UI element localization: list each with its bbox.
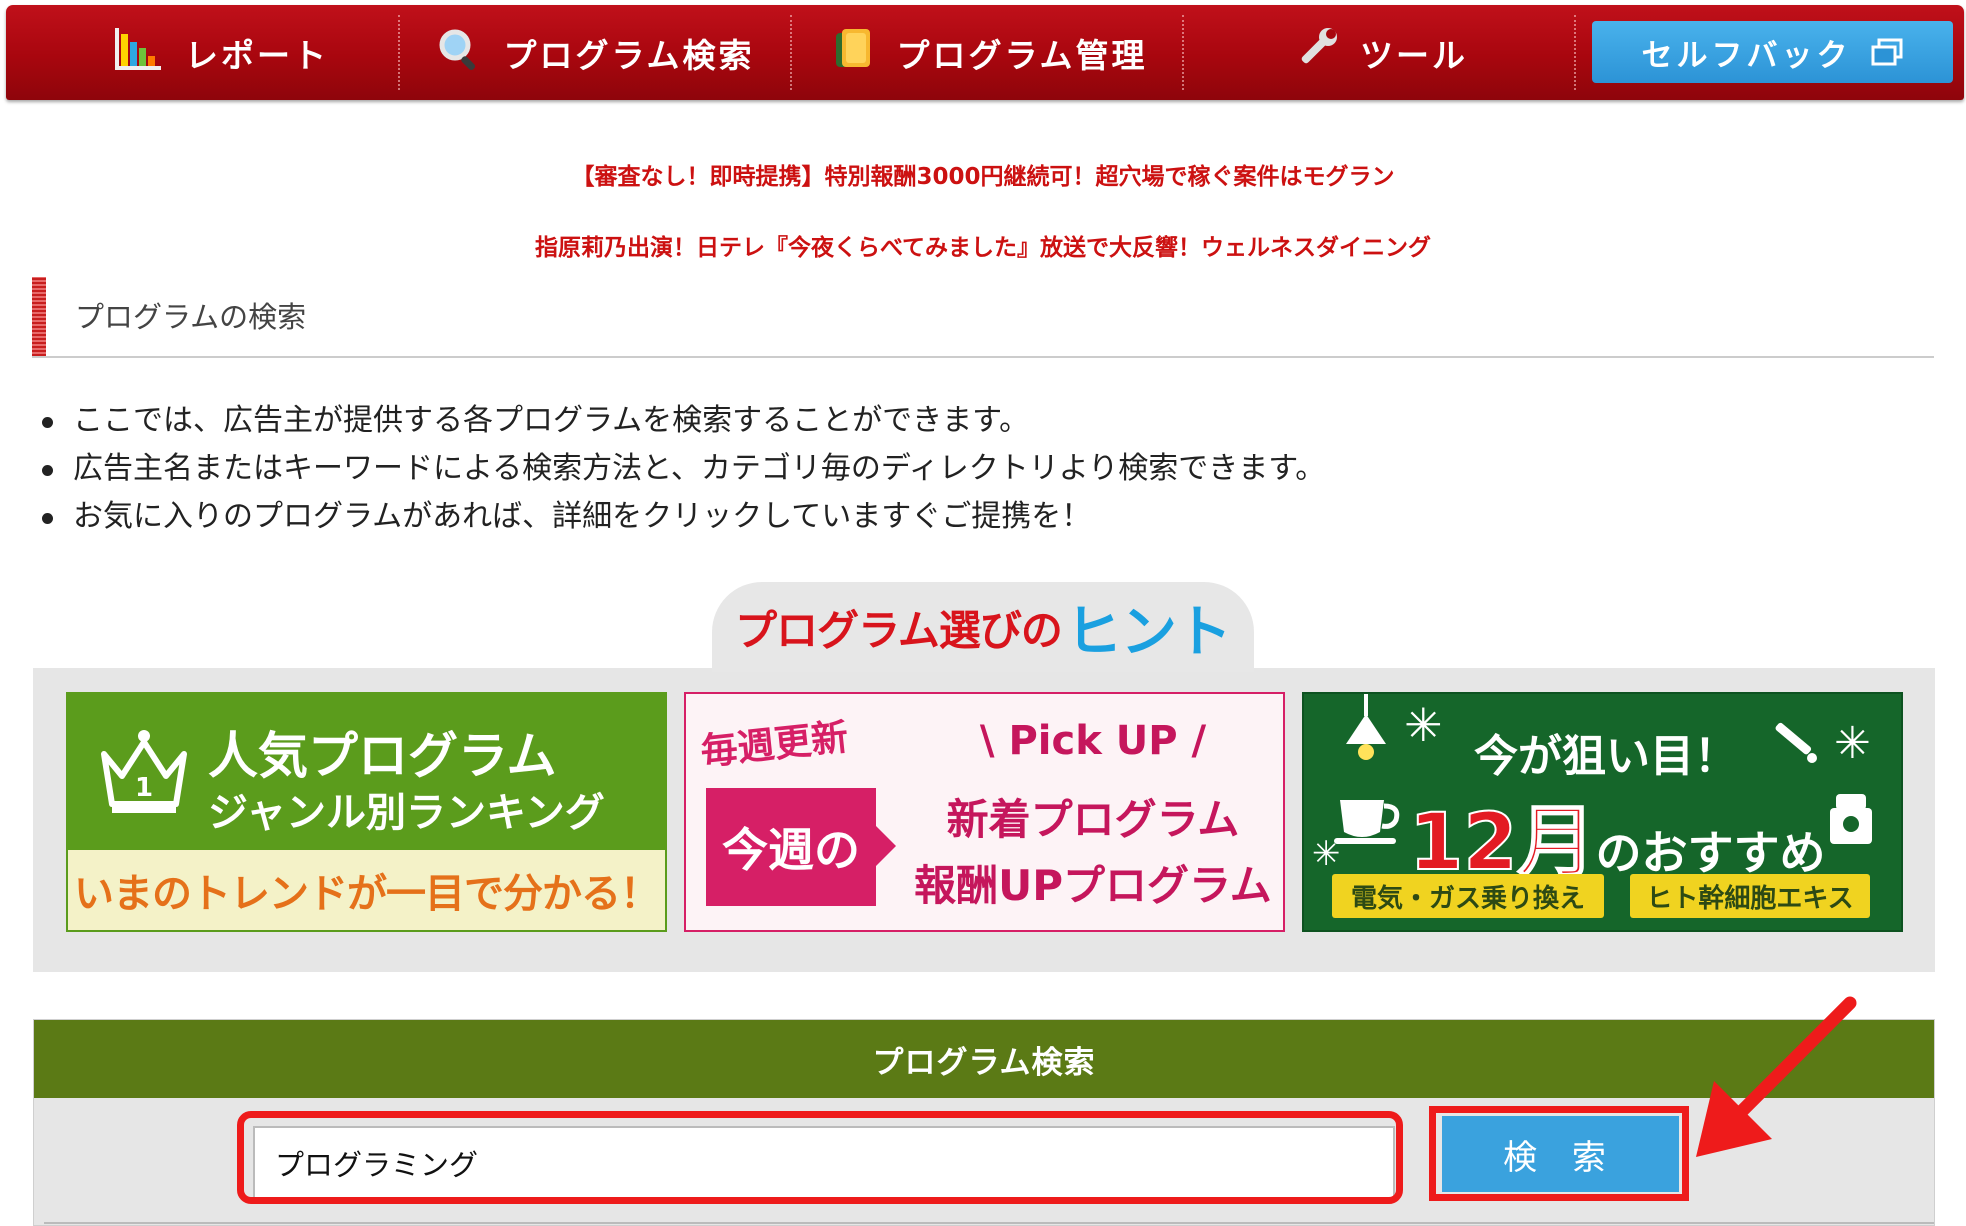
hint-title-prefix: プログラム選びの bbox=[735, 605, 1063, 655]
ranking-banner-top: 1 人気プログラム ジャンル別ランキング bbox=[68, 694, 665, 850]
nav-label-program-search: プログラム検索 bbox=[503, 35, 755, 75]
nav-divider bbox=[1574, 15, 1576, 90]
nav-item-tools[interactable]: ツール bbox=[1186, 5, 1576, 100]
weekly-update-label: 毎週更新 bbox=[698, 715, 851, 774]
arrow-annotation-icon bbox=[1696, 996, 1857, 1157]
promo-link[interactable]: 指原莉乃出演！日テレ『今夜くらべてみました』放送で大反響！ウェルネスダイニング bbox=[0, 228, 1966, 262]
promo-link[interactable]: 【審査なし！即時提携】特別報酬3000円継続可！超穴場で稼ぐ案件はモグラン bbox=[0, 157, 1966, 191]
folder-icon bbox=[834, 27, 874, 79]
dropper-icon bbox=[1766, 712, 1826, 776]
reward-up-label: 報酬UPプログラム bbox=[914, 861, 1272, 910]
list-item: 広告主名またはキーワードによる検索方法と、カテゴリ毎のディレクトリより検索できま… bbox=[40, 445, 1325, 493]
nav-label-report: レポート bbox=[185, 35, 329, 75]
ranking-subtitle: ジャンル別ランキング bbox=[208, 790, 605, 836]
section-divider bbox=[32, 356, 1934, 358]
list-item: お気に入りのプログラムがあれば、詳細をクリックしていますぐご提携を！ bbox=[40, 493, 1325, 541]
tag-stem-cell: ヒト幹細胞エキス bbox=[1630, 874, 1870, 918]
top-nav: レポート プログラム検索 プログラム管理 ツール セルフバック bbox=[6, 5, 1964, 100]
weekly-pickup-banner[interactable]: 毎週更新 今週の \ Pick UP / 新着プログラム 報酬UPプログラム bbox=[684, 692, 1285, 932]
ranking-title: 人気プログラム bbox=[208, 727, 557, 785]
nav-item-program-manage[interactable]: プログラム管理 bbox=[796, 5, 1186, 100]
section-accent-bar bbox=[32, 277, 46, 356]
month-suffix: のおすすめ bbox=[1595, 826, 1826, 880]
nav-item-report[interactable]: レポート bbox=[66, 5, 376, 100]
crown-icon: 1 bbox=[96, 724, 192, 824]
ranking-banner[interactable]: 1 人気プログラム ジャンル別ランキング いまのトレンドが一目で分かる！ bbox=[66, 692, 667, 932]
ring-box-icon bbox=[1826, 790, 1876, 852]
hint-tab: プログラム選びの ヒント bbox=[712, 582, 1254, 672]
bar-chart-icon bbox=[113, 27, 163, 78]
window-icon bbox=[1870, 38, 1904, 66]
search-button[interactable]: 検 索 bbox=[1442, 1116, 1679, 1192]
magnifier-icon bbox=[437, 27, 481, 79]
nav-label-tools: ツール bbox=[1360, 35, 1468, 75]
panel-bottom-divider bbox=[44, 1222, 1934, 1224]
nav-divider bbox=[1182, 15, 1184, 90]
selfback-button[interactable]: セルフバック bbox=[1592, 21, 1953, 83]
crown-badge-number: 1 bbox=[135, 773, 153, 803]
lamp-icon bbox=[1326, 694, 1406, 778]
list-item: ここでは、広告主が提供する各プログラムを検索することができます。 bbox=[40, 397, 1325, 445]
coffee-cup-icon bbox=[1334, 792, 1406, 852]
search-input[interactable] bbox=[253, 1126, 1395, 1199]
tag-utility-switch: 電気・ガス乗り換え bbox=[1332, 874, 1604, 918]
now-target-label: 今が狙い目！ bbox=[1474, 731, 1738, 782]
hint-title-word: ヒント bbox=[1065, 599, 1232, 665]
nav-divider bbox=[790, 15, 792, 90]
nav-item-program-search[interactable]: プログラム検索 bbox=[406, 5, 786, 100]
december-banner[interactable]: ✳ ✳ ✳ 今が狙い目！ 12月のおすすめ 電気・ガス乗り換え ヒト幹細胞エキス bbox=[1302, 692, 1903, 932]
info-list: ここでは、広告主が提供する各プログラムを検索することができます。 広告主名または… bbox=[40, 397, 1325, 541]
nav-label-program-manage: プログラム管理 bbox=[896, 35, 1148, 75]
wrench-icon bbox=[1294, 27, 1338, 79]
search-panel-header: プログラム検索 bbox=[34, 1020, 1934, 1098]
ranking-tagline: いまのトレンドが一目で分かる！ bbox=[68, 850, 665, 930]
this-week-badge: 今週の bbox=[706, 788, 896, 906]
snowflake-icon: ✳ bbox=[1834, 718, 1871, 769]
pickup-label: \ Pick UP / bbox=[979, 718, 1207, 764]
new-programs-label: 新着プログラム bbox=[946, 795, 1240, 844]
selfback-label: セルフバック bbox=[1641, 37, 1852, 74]
nav-divider bbox=[398, 15, 400, 90]
section-title: プログラムの検索 bbox=[75, 300, 307, 334]
snowflake-icon: ✳ bbox=[1404, 698, 1443, 752]
